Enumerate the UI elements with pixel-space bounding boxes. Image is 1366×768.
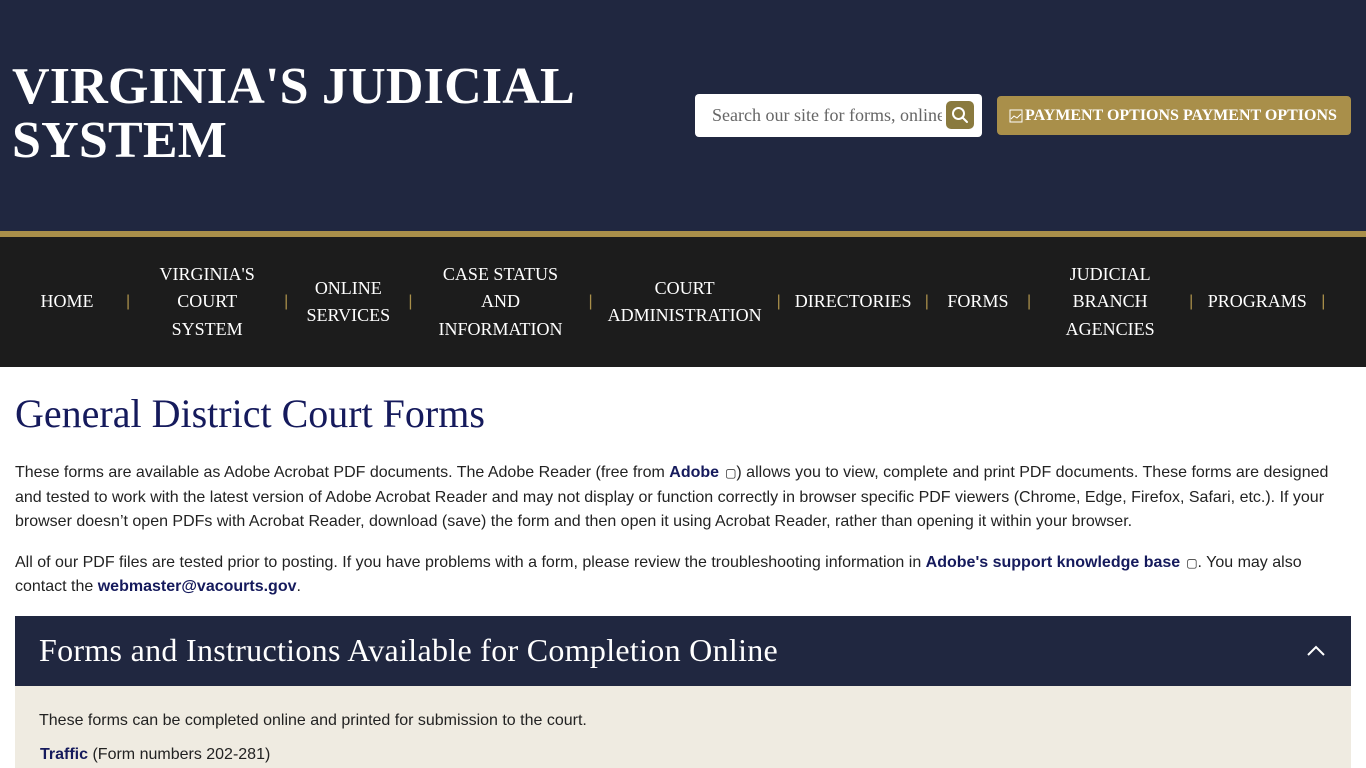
search-box [695,94,982,137]
intro-paragraph: These forms are available as Adobe Acrob… [15,461,1351,535]
nav-separator: | [1026,293,1032,310]
adobe-support-link-label: Adobe's support knowledge base [925,553,1181,571]
traffic-forms-row: Traffic (Form numbers 202-281) [40,746,1327,764]
search-button[interactable] [946,101,974,129]
nav-item-forms[interactable]: FORMS [931,288,1025,316]
main-nav: HOME | VIRGINIA'S COURT SYSTEM | ONLINE … [0,237,1366,367]
adobe-link-label: Adobe [669,464,720,481]
nav-item-case-status[interactable]: CASE STATUS AND INFORMATION [414,261,586,344]
adobe-support-link[interactable]: Adobe's support knowledge base ▢ [926,554,1198,571]
search-input[interactable] [712,100,942,131]
nav-item-programs[interactable]: PROGRAMS [1195,288,1319,316]
broken-image-icon [1009,109,1023,122]
payment-options-button[interactable]: PAYMENT OPTIONS PAYMENT OPTIONS [997,96,1351,135]
site-header: VIRGINIA'S JUDICIAL SYSTEM PAYMENT OPTIO… [0,0,1366,231]
nav-item-home[interactable]: HOME [28,288,106,316]
payment-options-label: PAYMENT OPTIONS [1182,106,1337,124]
support-text-3: . [296,578,301,595]
nav-separator: | [1189,293,1194,310]
traffic-forms-link[interactable]: Traffic [40,746,88,763]
online-forms-accordion-header[interactable]: Forms and Instructions Available for Com… [15,615,1351,686]
nav-separator: | [1321,293,1326,310]
search-icon [952,107,968,123]
support-text-1: All of our PDF files are tested prior to… [15,553,926,571]
payment-options-image-alt: PAYMENT OPTIONS [1025,106,1179,124]
webmaster-email-link[interactable]: webmaster@vacourts.gov [98,578,297,595]
online-forms-accordion-body: These forms can be completed online and … [15,685,1351,768]
nav-separator: | [924,293,929,310]
intro-text-1: These forms are available as Adobe Acrob… [15,464,670,481]
payment-options-image: PAYMENT OPTIONS [1009,107,1179,125]
site-title[interactable]: VIRGINIA'S JUDICIAL SYSTEM [12,60,652,168]
main-content: General District Court Forms These forms… [0,367,1366,768]
nav-item-directories[interactable]: DIRECTORIES [783,288,923,316]
chevron-up-icon [1307,645,1325,656]
nav-separator: | [408,293,413,310]
adobe-link[interactable]: Adobe ▢ [669,464,736,481]
nav-item-judicial-agencies[interactable]: JUDICIAL BRANCH AGENCIES [1033,261,1187,344]
nav-item-online-services[interactable]: ONLINE SERVICES [290,275,406,330]
nav-separator: | [126,293,131,310]
accordion-body-text: These forms can be completed online and … [39,711,587,729]
nav-item-court-administration[interactable]: COURT ADMINISTRATION [595,275,775,330]
external-link-icon: ▢ [1186,555,1198,570]
external-link-icon: ▢ [725,466,737,480]
nav-separator: | [284,293,289,310]
nav-separator: | [776,293,781,310]
accordion-title: Forms and Instructions Available for Com… [39,632,779,668]
nav-item-court-system[interactable]: VIRGINIA'S COURT SYSTEM [132,261,282,344]
nav-separator: | [588,293,593,310]
support-paragraph: All of our PDF files are tested prior to… [15,551,1351,600]
page-title: General District Court Forms [15,391,485,436]
traffic-forms-numbers: (Form numbers 202-281) [88,745,271,763]
